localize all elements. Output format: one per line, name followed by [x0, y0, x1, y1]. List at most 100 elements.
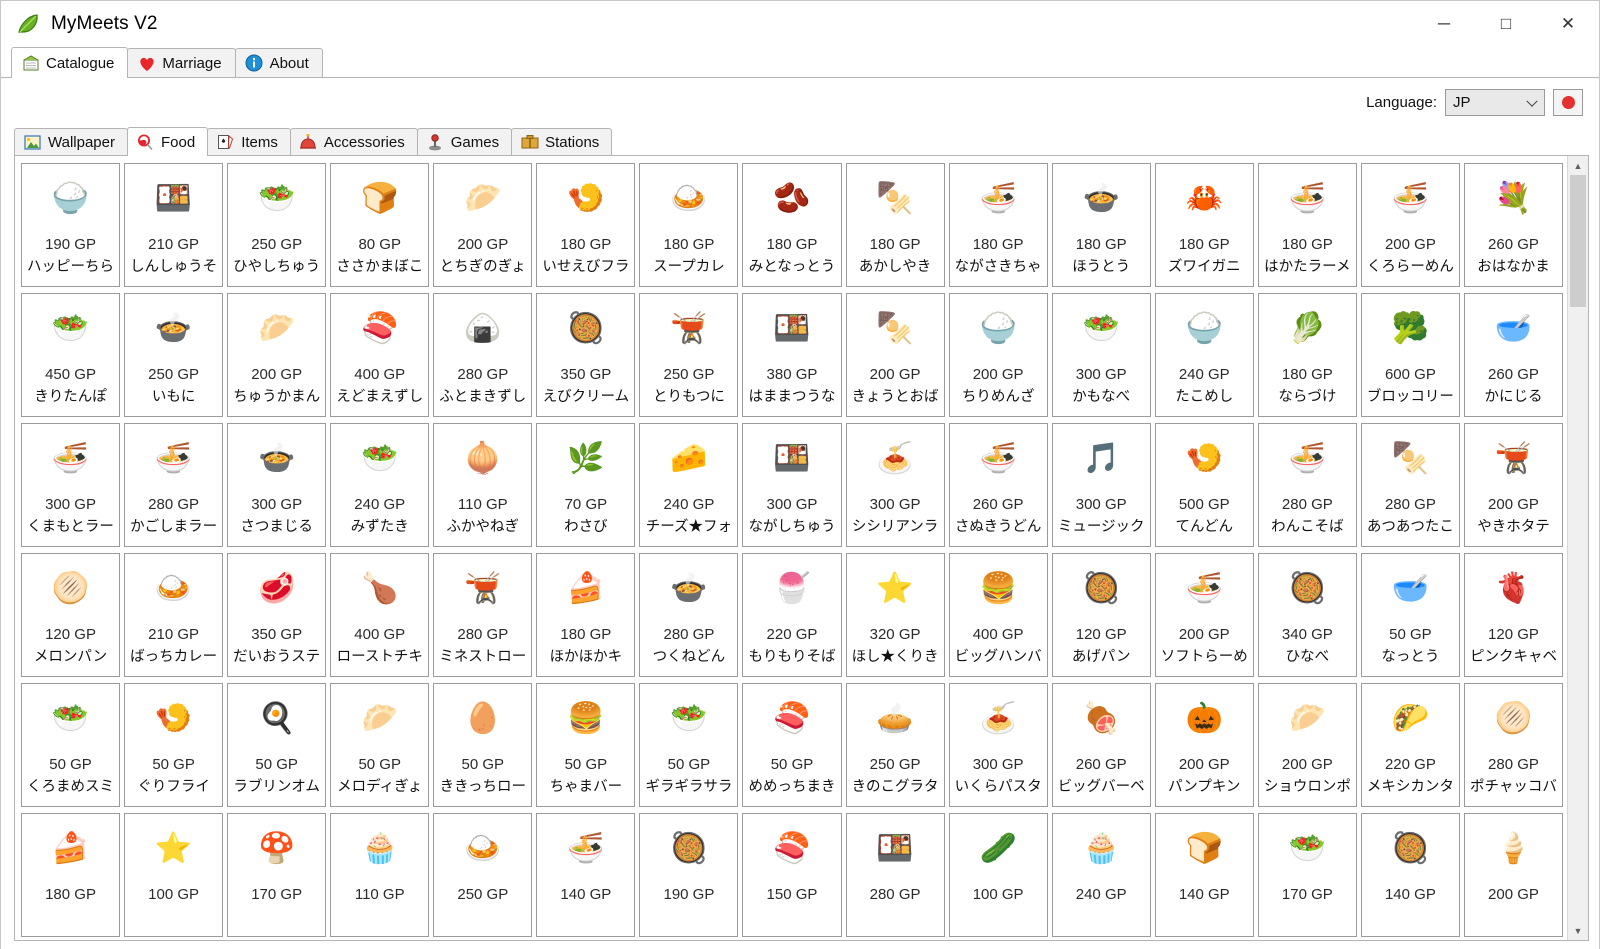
- catalogue-item[interactable]: 🍢 180 GP あかしやき: [845, 163, 945, 287]
- catalogue-item[interactable]: 🫕 200 GP やきホタテ: [1463, 423, 1563, 547]
- tab-catalogue[interactable]: Catalogue: [11, 47, 129, 78]
- jp-flag-button[interactable]: [1553, 88, 1583, 116]
- catalogue-item[interactable]: 🧀 240 GP チーズ★フォ: [639, 423, 739, 547]
- catalogue-item[interactable]: 🥘 120 GP あげパン: [1051, 553, 1151, 677]
- catalogue-item[interactable]: 🍢 280 GP あつあつたこ: [1360, 423, 1460, 547]
- catalogue-item[interactable]: 🥘 190 GP: [639, 813, 739, 937]
- catalogue-item[interactable]: 🍚 200 GP ちりめんざ: [948, 293, 1048, 417]
- catalogue-item[interactable]: 🫓 280 GP ポチャッコバ: [1463, 683, 1563, 807]
- catalogue-item[interactable]: 🍦 200 GP: [1463, 813, 1563, 937]
- close-button[interactable]: ✕: [1537, 1, 1599, 47]
- catalogue-item[interactable]: 🥒 100 GP: [948, 813, 1048, 937]
- subtab-accessories[interactable]: Accessories: [289, 128, 418, 155]
- tab-marriage[interactable]: Marriage: [127, 48, 236, 77]
- catalogue-item[interactable]: 🦀 180 GP ズワイガニ: [1154, 163, 1254, 287]
- catalogue-item[interactable]: 🍜 200 GP ソフトらーめ: [1154, 553, 1254, 677]
- scroll-down-arrow-icon[interactable]: ▼: [1568, 921, 1588, 940]
- catalogue-item[interactable]: 🍔 50 GP ちゃまバー: [536, 683, 636, 807]
- catalogue-item[interactable]: 🍲 180 GP ほうとう: [1051, 163, 1151, 287]
- catalogue-item[interactable]: 🍰 180 GP: [21, 813, 121, 937]
- catalogue-item[interactable]: 🌮 220 GP メキシカンタ: [1360, 683, 1460, 807]
- catalogue-item[interactable]: 🍄 170 GP: [227, 813, 327, 937]
- catalogue-item[interactable]: 🍜 300 GP くまもとラー: [21, 423, 121, 547]
- catalogue-item[interactable]: 🍰 180 GP ほかほかキ: [536, 553, 636, 677]
- catalogue-item[interactable]: 🍤 500 GP てんどん: [1154, 423, 1254, 547]
- catalogue-item[interactable]: 🍖 260 GP ビッグバーベ: [1051, 683, 1151, 807]
- subtab-wallpaper[interactable]: Wallpaper: [14, 128, 128, 155]
- catalogue-item[interactable]: 🫕 280 GP ミネストロー: [433, 553, 533, 677]
- catalogue-item[interactable]: 🫕 250 GP とりもつに: [639, 293, 739, 417]
- maximize-button[interactable]: □: [1475, 1, 1537, 47]
- catalogue-item[interactable]: 🥗 240 GP みずたき: [330, 423, 430, 547]
- catalogue-item[interactable]: 🧁 110 GP: [330, 813, 430, 937]
- catalogue-item[interactable]: 🍜 280 GP かごしまラー: [124, 423, 224, 547]
- catalogue-item[interactable]: 🍚 190 GP ハッピーちら: [21, 163, 121, 287]
- catalogue-item[interactable]: 🍜 180 GP はかたラーメ: [1257, 163, 1357, 287]
- catalogue-item[interactable]: 🍞 140 GP: [1154, 813, 1254, 937]
- scrollbar-thumb[interactable]: [1570, 175, 1586, 307]
- catalogue-item[interactable]: 🥗 250 GP ひやしちゅう: [227, 163, 327, 287]
- catalogue-item[interactable]: 🥗 50 GP ギラギラサラ: [639, 683, 739, 807]
- catalogue-item[interactable]: 🧅 110 GP ふかやねぎ: [433, 423, 533, 547]
- catalogue-item[interactable]: 🫘 180 GP みとなっとう: [742, 163, 842, 287]
- catalogue-item[interactable]: 🧁 240 GP: [1051, 813, 1151, 937]
- catalogue-item[interactable]: 💐 260 GP おはなかま: [1463, 163, 1563, 287]
- catalogue-item[interactable]: 🥣 260 GP かにじる: [1463, 293, 1563, 417]
- catalogue-item[interactable]: 🥩 350 GP だいおうステ: [227, 553, 327, 677]
- catalogue-item[interactable]: 🍣 400 GP えどまえずし: [330, 293, 430, 417]
- catalogue-item[interactable]: 🥣 50 GP なっとう: [1360, 553, 1460, 677]
- catalogue-item[interactable]: 🫓 120 GP メロンパン: [21, 553, 121, 677]
- subtab-food[interactable]: Food: [126, 127, 209, 156]
- catalogue-item[interactable]: 🥗 300 GP かもなべ: [1051, 293, 1151, 417]
- catalogue-item[interactable]: 🥚 50 GP ききっちロー: [433, 683, 533, 807]
- catalogue-item[interactable]: 🥟 200 GP ちゅうかまん: [227, 293, 327, 417]
- catalogue-item[interactable]: 🍗 400 GP ローストチキ: [330, 553, 430, 677]
- catalogue-item[interactable]: 🫀 120 GP ピンクキャベ: [1463, 553, 1563, 677]
- catalogue-item[interactable]: 🍝 300 GP シシリアンラ: [845, 423, 945, 547]
- catalogue-item[interactable]: 🌿 70 GP わさび: [536, 423, 636, 547]
- catalogue-item[interactable]: 🍱 210 GP しんしゅうそ: [124, 163, 224, 287]
- catalogue-item[interactable]: 🥘 140 GP: [1360, 813, 1460, 937]
- catalogue-item[interactable]: 🍱 280 GP: [845, 813, 945, 937]
- catalogue-item[interactable]: 🍛 180 GP スープカレ: [639, 163, 739, 287]
- catalogue-item[interactable]: 🥘 340 GP ひなべ: [1257, 553, 1357, 677]
- catalogue-item[interactable]: 🍛 210 GP ばっちカレー: [124, 553, 224, 677]
- catalogue-item[interactable]: 🍜 280 GP わんこそば: [1257, 423, 1357, 547]
- catalogue-item[interactable]: 🍳 50 GP ラブリンオム: [227, 683, 327, 807]
- scrollbar-track[interactable]: [1568, 175, 1588, 921]
- catalogue-item[interactable]: ⭐ 320 GP ほし★くりき: [845, 553, 945, 677]
- catalogue-item[interactable]: 🍣 50 GP めめっちまき: [742, 683, 842, 807]
- language-select[interactable]: JP: [1445, 88, 1545, 116]
- catalogue-item[interactable]: 🥗 450 GP きりたんぽ: [21, 293, 121, 417]
- vertical-scrollbar[interactable]: ▲ ▼: [1567, 156, 1588, 940]
- catalogue-item[interactable]: 🥘 350 GP えびクリーム: [536, 293, 636, 417]
- catalogue-item[interactable]: 🍜 140 GP: [536, 813, 636, 937]
- catalogue-item[interactable]: 🎃 200 GP パンプキン: [1154, 683, 1254, 807]
- subtab-games[interactable]: Games: [416, 128, 513, 155]
- catalogue-item[interactable]: 🍜 180 GP ながさきちゃ: [948, 163, 1048, 287]
- catalogue-item[interactable]: 🍱 380 GP はままつうな: [742, 293, 842, 417]
- scroll-up-arrow-icon[interactable]: ▲: [1568, 156, 1588, 175]
- catalogue-item[interactable]: 🍱 300 GP ながしちゅう: [742, 423, 842, 547]
- catalogue-item[interactable]: 🍙 280 GP ふとまきずし: [433, 293, 533, 417]
- subtab-stations[interactable]: Stations: [511, 128, 613, 155]
- catalogue-item[interactable]: 🎵 300 GP ミュージック: [1051, 423, 1151, 547]
- catalogue-item[interactable]: 🥬 180 GP ならづけ: [1257, 293, 1357, 417]
- catalogue-item[interactable]: 🍲 250 GP いもに: [124, 293, 224, 417]
- catalogue-item[interactable]: 🥟 200 GP ショウロンポ: [1257, 683, 1357, 807]
- catalogue-item[interactable]: 🥟 200 GP とちぎのぎょ: [433, 163, 533, 287]
- catalogue-item[interactable]: 🍤 180 GP いせえびフラ: [536, 163, 636, 287]
- catalogue-item[interactable]: 🍚 240 GP たこめし: [1154, 293, 1254, 417]
- catalogue-item[interactable]: 🥧 250 GP きのこグラタ: [845, 683, 945, 807]
- subtab-items[interactable]: Items: [207, 128, 291, 155]
- tab-about[interactable]: About: [234, 48, 323, 77]
- catalogue-item[interactable]: 🥗 50 GP くろまめスミ: [21, 683, 121, 807]
- catalogue-item[interactable]: 🥦 600 GP ブロッコリー: [1360, 293, 1460, 417]
- minimize-button[interactable]: ─: [1413, 1, 1475, 47]
- catalogue-item[interactable]: ⭐ 100 GP: [124, 813, 224, 937]
- catalogue-item[interactable]: 🍛 250 GP: [433, 813, 533, 937]
- catalogue-item[interactable]: 🍢 200 GP きょうとおば: [845, 293, 945, 417]
- catalogue-item[interactable]: 🥗 170 GP: [1257, 813, 1357, 937]
- catalogue-item[interactable]: 🍤 50 GP ぐりフライ: [124, 683, 224, 807]
- catalogue-item[interactable]: 🍜 200 GP くろらーめん: [1360, 163, 1460, 287]
